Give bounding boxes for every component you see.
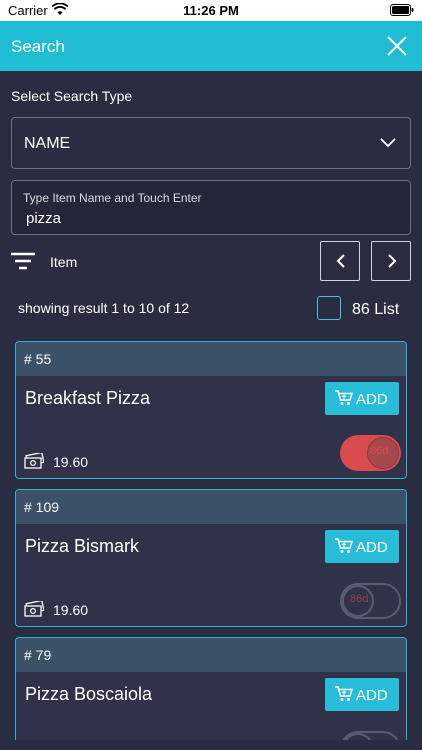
cart-icon xyxy=(335,686,353,701)
chevron-right-icon xyxy=(388,254,397,268)
card-header: # 79 xyxy=(16,638,406,672)
item-card: # 109 Pizza Bismark ADD 19.60 86d xyxy=(15,489,407,627)
chevron-left-icon xyxy=(336,254,345,268)
search-field[interactable]: Type Item Name and Touch Enter xyxy=(11,180,411,235)
item-name: Pizza Bismark xyxy=(25,536,140,556)
results-summary: showing result 1 to 10 of 12 xyxy=(18,300,190,316)
next-page-button[interactable] xyxy=(371,241,411,281)
86d-toggle[interactable]: 86d xyxy=(340,435,401,471)
search-type-value: NAME xyxy=(24,135,71,152)
status-bar: Carrier 11:26 PM xyxy=(0,0,422,21)
filter-label: Item xyxy=(50,254,78,270)
header-bar: Search xyxy=(0,21,422,71)
86-list-label: 86 List xyxy=(352,301,400,318)
item-number: # 79 xyxy=(24,647,52,663)
add-button[interactable]: ADD xyxy=(325,530,399,563)
add-button[interactable]: ADD xyxy=(325,678,399,711)
bottom-edge xyxy=(0,740,422,750)
86-list-checkbox[interactable] xyxy=(317,296,341,320)
toggle-label: 86d xyxy=(370,445,389,457)
toggle-label: 86d xyxy=(350,593,369,605)
page-title: Search xyxy=(11,37,65,56)
search-type-label: Select Search Type xyxy=(11,88,133,104)
card-header: # 109 xyxy=(16,490,406,524)
add-label: ADD xyxy=(356,539,388,556)
item-name: Pizza Boscaiola xyxy=(25,684,153,704)
close-icon[interactable] xyxy=(387,36,407,56)
item-name: Breakfast Pizza xyxy=(25,388,151,408)
cart-icon xyxy=(335,390,353,405)
item-number: # 55 xyxy=(24,351,52,367)
search-hint: Type Item Name and Touch Enter xyxy=(23,191,202,205)
cart-icon xyxy=(335,538,353,553)
card-header: # 55 xyxy=(16,342,406,376)
item-number: # 109 xyxy=(24,499,60,515)
item-price: 19.60 xyxy=(53,602,89,618)
add-label: ADD xyxy=(356,391,388,408)
item-card: # 55 Breakfast Pizza ADD 19.60 86d xyxy=(15,341,407,479)
previous-page-button[interactable] xyxy=(320,241,360,281)
battery-icon xyxy=(390,4,414,16)
add-button[interactable]: ADD xyxy=(325,382,399,415)
86d-toggle[interactable]: 86d xyxy=(340,583,401,619)
filter-icon[interactable] xyxy=(11,252,35,270)
chevron-down-icon xyxy=(380,138,396,148)
money-icon xyxy=(24,601,44,617)
search-type-select[interactable]: NAME xyxy=(11,117,411,169)
search-input[interactable] xyxy=(26,208,396,228)
add-label: ADD xyxy=(356,687,388,704)
clock: 11:26 PM xyxy=(183,3,239,18)
money-icon xyxy=(24,453,44,469)
item-card: # 79 Pizza Boscaiola ADD xyxy=(15,637,407,750)
item-price: 19.60 xyxy=(53,454,89,470)
